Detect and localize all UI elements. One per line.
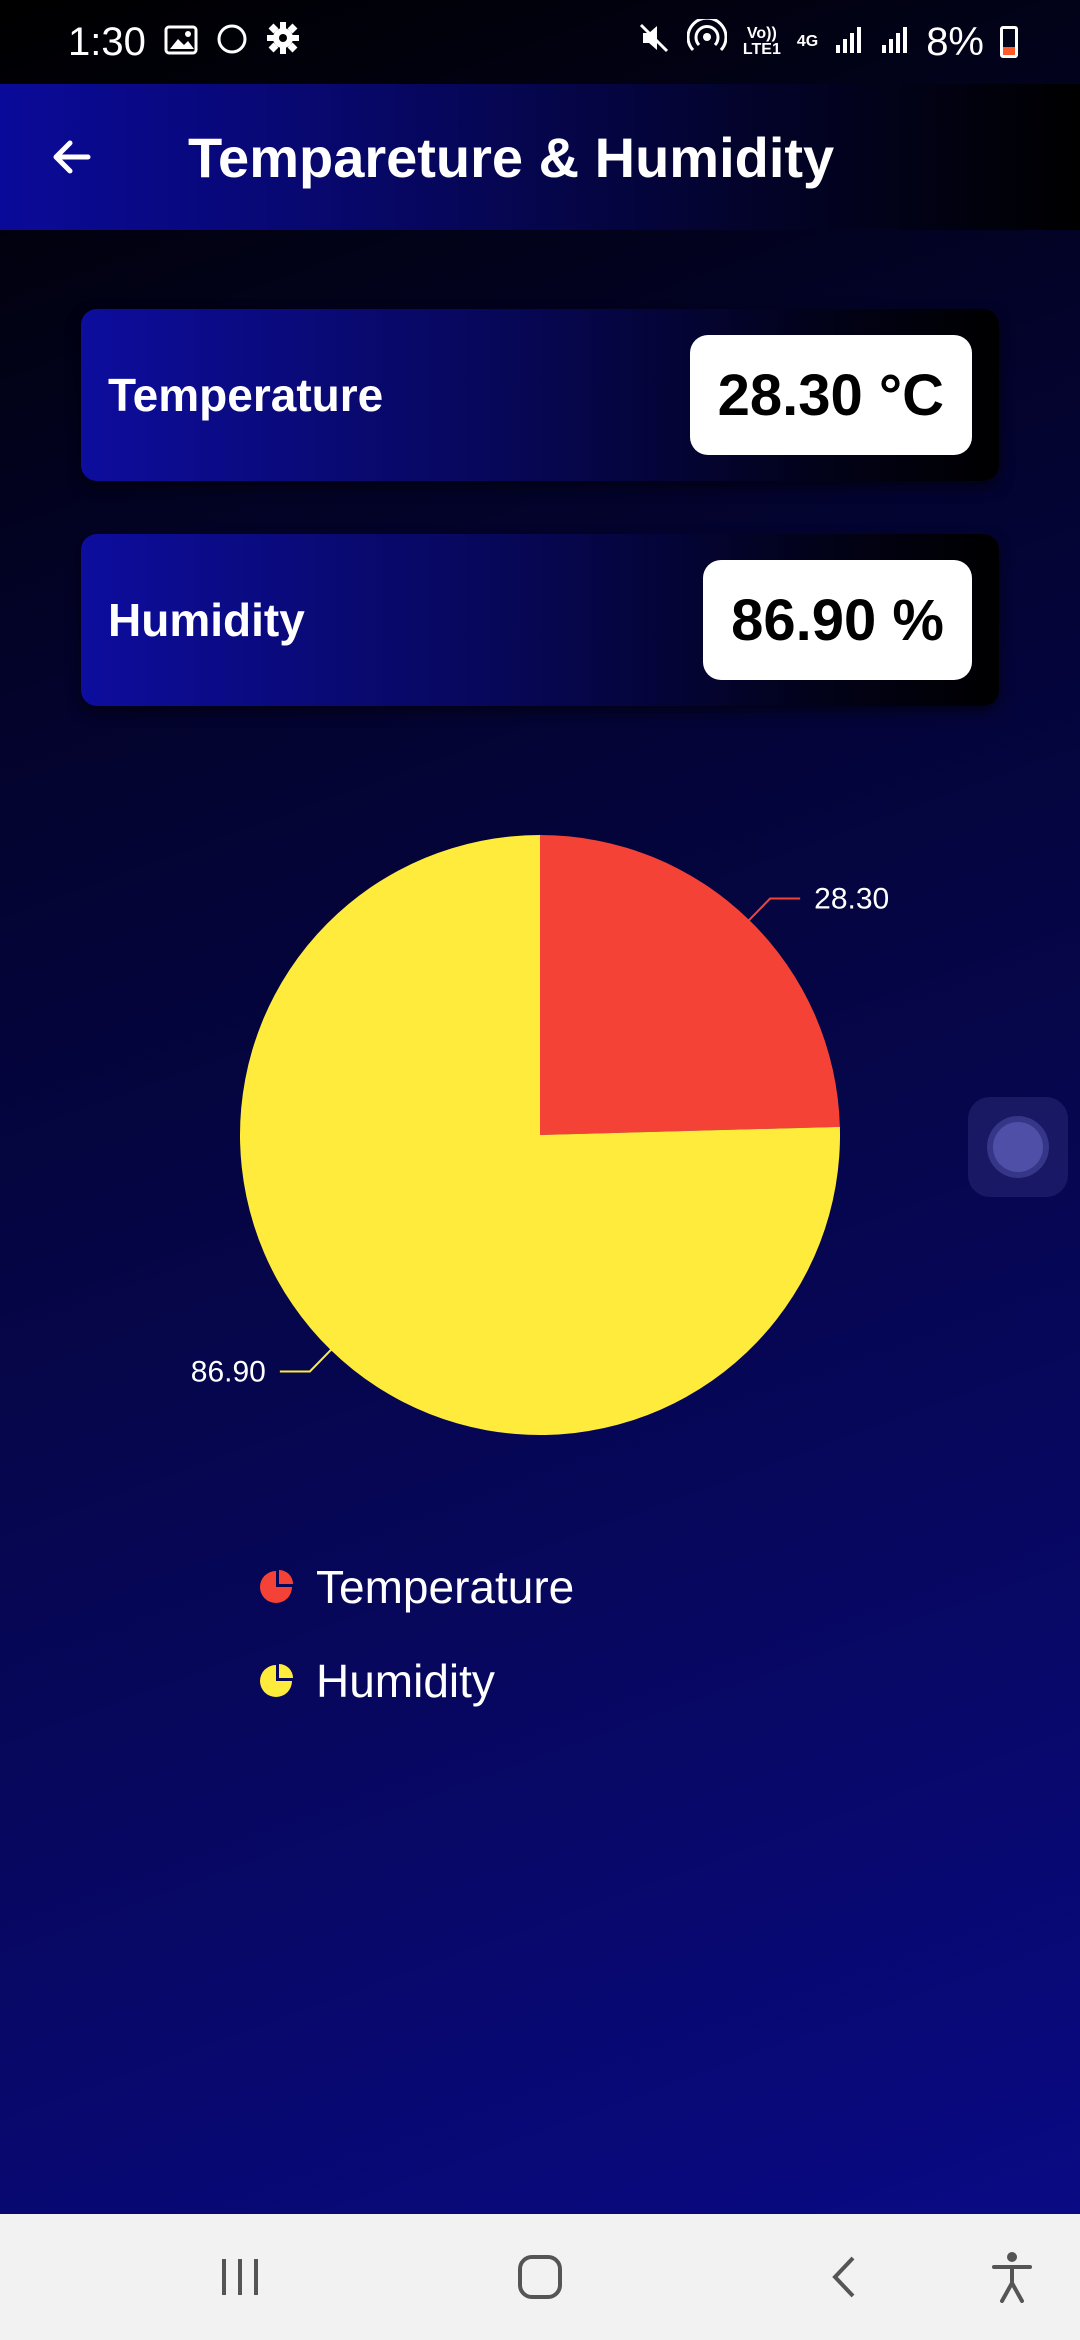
humidity-label: Humidity — [108, 594, 305, 646]
legend-label-humidity: Humidity — [316, 1655, 495, 1707]
pie-legend-icon — [260, 1570, 293, 1603]
assistant-dot-icon — [993, 1122, 1043, 1172]
navigation-bar — [0, 2214, 1080, 2340]
status-time: 1:30 — [68, 19, 146, 64]
chart-legend: Temperature Humidity — [258, 1540, 574, 1728]
circle-icon — [216, 20, 248, 65]
recent-apps-button[interactable] — [180, 2214, 300, 2340]
home-icon — [518, 2255, 562, 2299]
arrow-left-icon — [53, 140, 91, 174]
gallery-icon — [164, 20, 198, 65]
legend-label-temperature: Temperature — [316, 1561, 575, 1613]
floating-assistant-button[interactable] — [968, 1097, 1068, 1197]
pie-data-label: 86.90 — [191, 1356, 266, 1389]
app-bar: Tempareture & Humidity — [0, 84, 1080, 230]
battery-icon — [1000, 26, 1018, 58]
signal-icon-2 — [880, 20, 910, 65]
temperature-card: Temperature 28.30 °C — [81, 309, 999, 481]
humidity-value: 86.90 % — [703, 560, 972, 680]
status-left: 1:30 — [68, 20, 300, 65]
pie-leader-line — [279, 1343, 338, 1373]
temperature-value: 28.30 °C — [689, 335, 972, 455]
recent-apps-icon — [222, 2259, 258, 2295]
pie-leader-line — [742, 897, 801, 927]
battery-percent: 8% — [926, 19, 984, 64]
gear-icon — [266, 20, 300, 65]
home-button[interactable] — [480, 2214, 600, 2340]
back-button[interactable] — [36, 121, 108, 193]
back-icon — [832, 2256, 855, 2298]
hotspot-icon — [686, 16, 728, 65]
pie-data-label: 28.30 — [814, 882, 889, 915]
legend-item-humidity: Humidity — [258, 1634, 574, 1728]
back-nav-button[interactable] — [783, 2214, 903, 2340]
volte-indicator: Vo)) LTE1 — [743, 26, 781, 58]
page-title: Tempareture & Humidity — [188, 125, 835, 189]
lte-label: LTE1 — [742, 41, 781, 58]
humidity-card: Humidity 86.90 % — [81, 534, 999, 706]
volte-label: Vo)) — [746, 25, 777, 42]
pie-chart: 28.30 86.90 — [191, 835, 889, 1435]
accessibility-icon — [992, 2252, 1032, 2303]
pie-slice-temperature — [540, 835, 840, 1135]
accessibility-button[interactable] — [952, 2214, 1072, 2340]
mute-icon — [637, 20, 671, 65]
status-bar: 1:30 Vo)) LTE1 4G 8% — [0, 0, 1080, 84]
network-type: 4G — [796, 33, 819, 50]
temperature-label: Temperature — [108, 369, 384, 421]
signal-icon — [834, 20, 864, 65]
legend-item-temperature: Temperature — [258, 1540, 574, 1634]
status-right: Vo)) LTE1 4G 8% — [637, 16, 1018, 65]
pie-legend-icon — [260, 1664, 293, 1697]
